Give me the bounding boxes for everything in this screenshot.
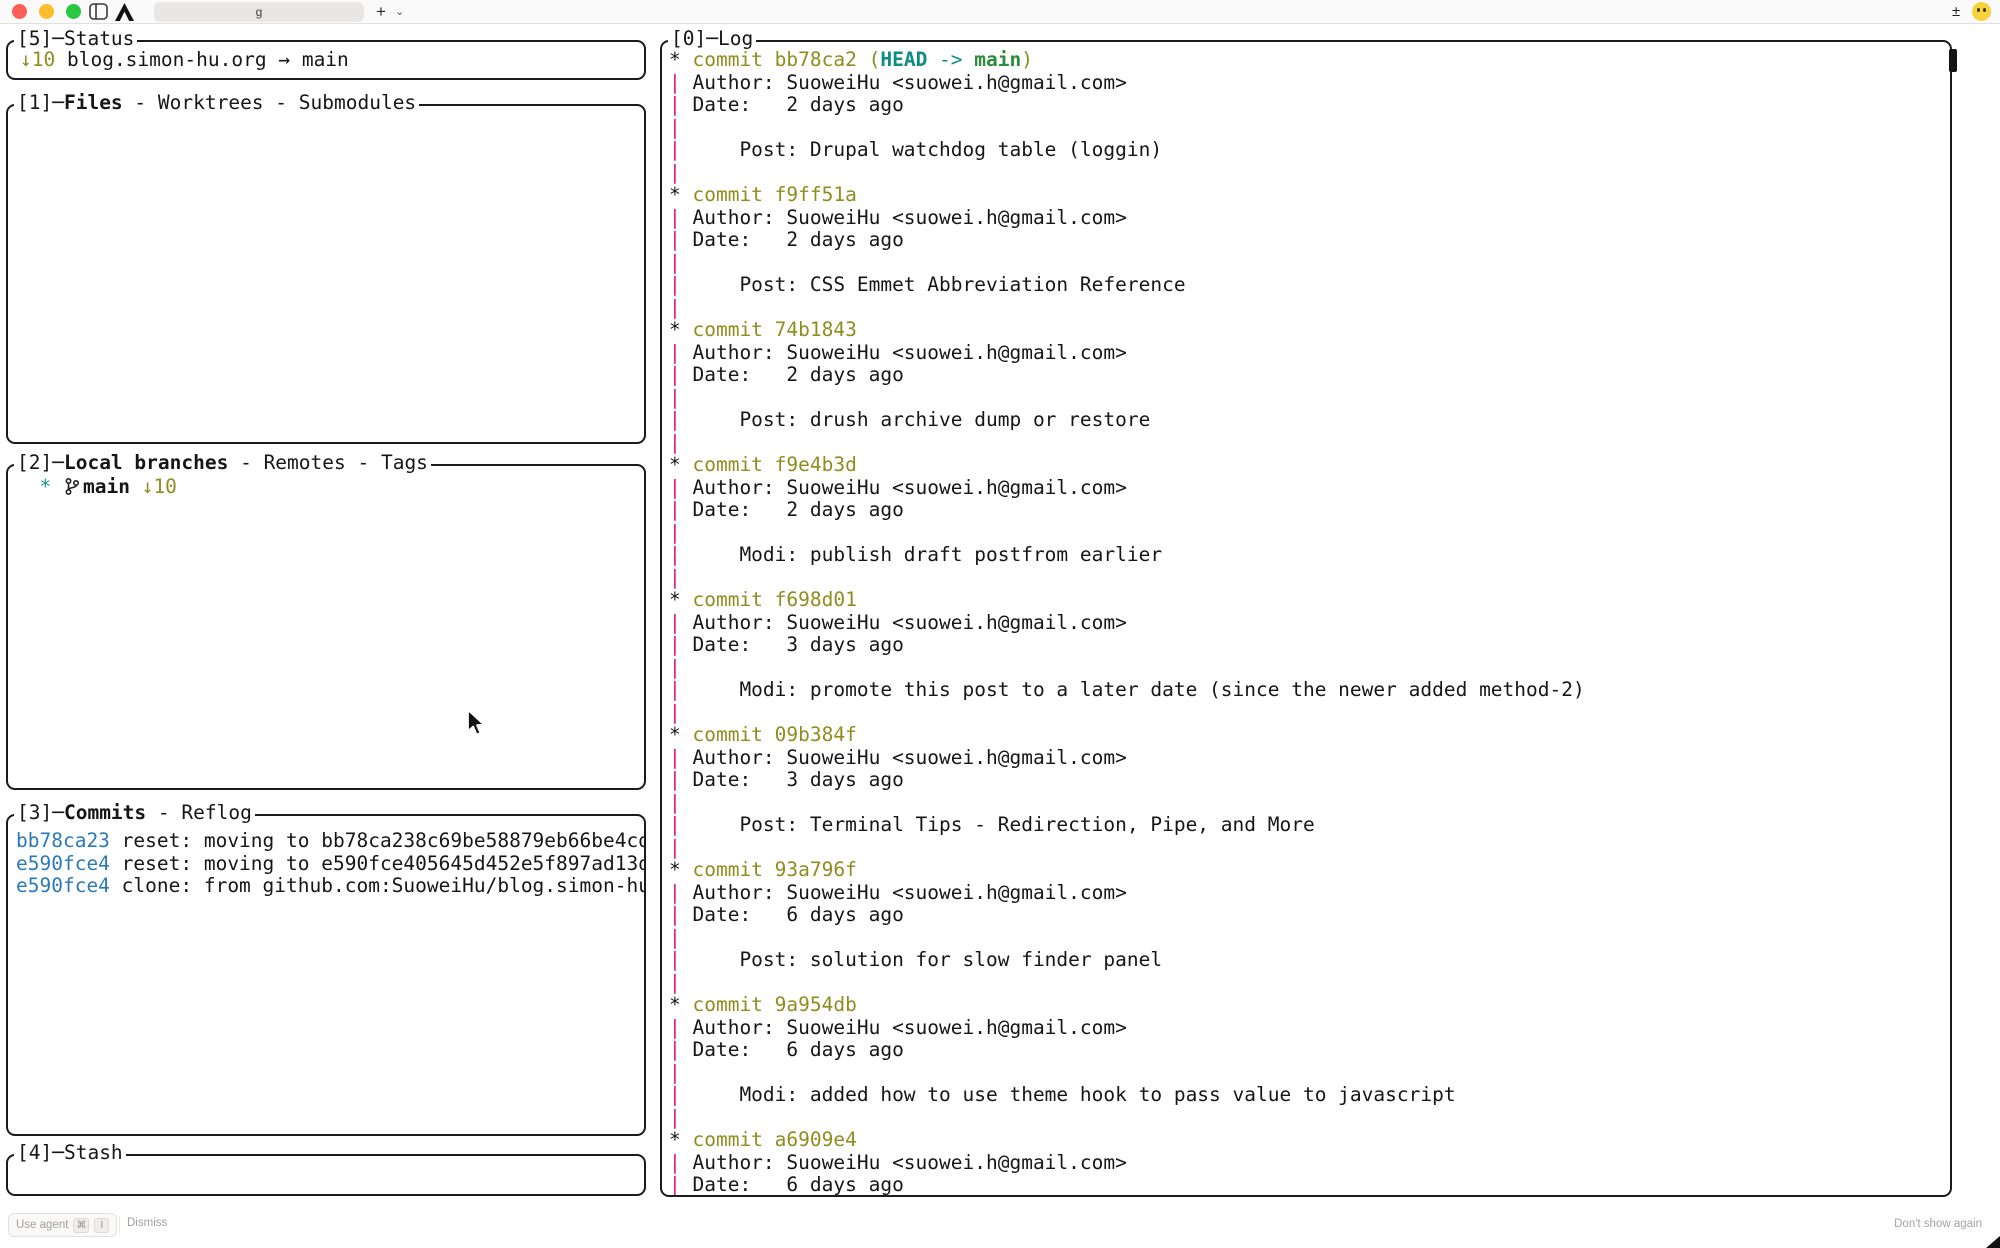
log-message-line[interactable]: | Post: drush archive dump or restore (669, 409, 1950, 432)
log-message-line[interactable]: | Post: Drupal watchdog table (loggin) (669, 139, 1950, 162)
log-graph-line[interactable]: | (669, 657, 1950, 680)
behind-count: ↓10 (20, 48, 55, 71)
log-graph-line[interactable]: | (669, 927, 1950, 950)
log-message-line[interactable]: | Post: Terminal Tips - Redirection, Pip… (669, 814, 1950, 837)
log-graph-line[interactable]: | (669, 117, 1950, 140)
log-date-line[interactable]: | Date: 3 days ago (669, 769, 1950, 792)
log-graph-line[interactable]: | (669, 162, 1950, 185)
log-graph-line[interactable]: | (669, 837, 1950, 860)
current-branch: main (302, 48, 349, 71)
log-message-line[interactable]: | Post: solution for slow finder panel (669, 949, 1950, 972)
log-author-line[interactable]: | Author: SuoweiHu <suowei.h@gmail.com> (669, 1017, 1950, 1040)
repo-name: blog.simon-hu.org (67, 48, 267, 71)
zoom-window-button[interactable] (66, 4, 81, 19)
terminal-tab-label: g (256, 5, 263, 19)
new-tab-button[interactable]: + (371, 1, 391, 23)
terminal-app-logo-icon (115, 3, 134, 21)
log-commit-line[interactable]: * commit 9a954db (669, 994, 1950, 1017)
status-line[interactable]: ↓10 blog.simon-hu.org → main (20, 49, 644, 72)
log-author-line[interactable]: | Author: SuoweiHu <suowei.h@gmail.com> (669, 882, 1950, 905)
arrow-icon: → (278, 48, 290, 71)
log-graph-line[interactable]: | (669, 1107, 1950, 1130)
dont-show-again-button[interactable]: Don't show again (1894, 1218, 1982, 1230)
log-date-line[interactable]: | Date: 2 days ago (669, 364, 1950, 387)
log-message-line[interactable]: | Modi: publish draft postfrom earlier (669, 544, 1950, 567)
split-pane-icon[interactable]: ± (1952, 1, 1960, 23)
log-scrollbar-thumb[interactable] (1949, 49, 1957, 72)
bottom-bar: Use agent ⌘ I Dismiss Don't show again (0, 1197, 2000, 1248)
log-date-line[interactable]: | Date: 6 days ago (669, 1174, 1950, 1195)
log-commit-line[interactable]: * commit 93a796f (669, 859, 1950, 882)
log-graph-line[interactable]: | (669, 432, 1950, 455)
i-key-icon: I (94, 1218, 109, 1233)
current-branch-marker: * (39, 475, 51, 498)
close-window-button[interactable] (12, 4, 27, 19)
branches-panel: * main ↓10 (6, 464, 646, 790)
log-author-line[interactable]: | Author: SuoweiHu <suowei.h@gmail.com> (669, 612, 1950, 635)
log-date-line[interactable]: | Date: 2 days ago (669, 499, 1950, 522)
log-message-line[interactable]: | Modi: added how to use theme hook to p… (669, 1084, 1950, 1107)
command-key-icon: ⌘ (73, 1218, 89, 1233)
log-date-line[interactable]: | Date: 6 days ago (669, 1039, 1950, 1062)
log-graph-line[interactable]: | (669, 702, 1950, 725)
reflog-row[interactable]: bb78ca23 reset: moving to bb78ca238c69be… (16, 830, 644, 853)
log-message-line[interactable]: | Modi: promote this post to a later dat… (669, 679, 1950, 702)
log-graph-line[interactable]: | (669, 792, 1950, 815)
commits-reflog-panel: bb78ca23 reset: moving to bb78ca238c69be… (6, 814, 646, 1136)
log-graph-line[interactable]: | (669, 252, 1950, 275)
log-author-line[interactable]: | Author: SuoweiHu <suowei.h@gmail.com> (669, 1152, 1950, 1175)
log-commit-line[interactable]: * commit bb78ca2 (HEAD -> main) (669, 49, 1950, 72)
files-panel[interactable] (6, 104, 646, 444)
log-author-line[interactable]: | Author: SuoweiHu <suowei.h@gmail.com> (669, 72, 1950, 95)
commits-panel-header[interactable]: [3]─Commits - Reflog (14, 801, 255, 824)
log-graph-line[interactable]: | (669, 1062, 1950, 1085)
sidebar-toggle-icon[interactable] (89, 3, 108, 20)
log-graph-line[interactable]: | (669, 972, 1950, 995)
minimize-window-button[interactable] (39, 4, 54, 19)
branch-icon (65, 478, 79, 495)
divider (119, 1216, 120, 1234)
log-commit-line[interactable]: * commit 09b384f (669, 724, 1950, 747)
log-date-line[interactable]: | Date: 6 days ago (669, 904, 1950, 927)
mouse-cursor (464, 708, 488, 738)
log-author-line[interactable]: | Author: SuoweiHu <suowei.h@gmail.com> (669, 207, 1950, 230)
log-graph-line[interactable]: | (669, 297, 1950, 320)
log-panel-header: [0]─Log (668, 27, 756, 50)
files-panel-header[interactable]: [1]─Files - Worktrees - Submodules (14, 91, 419, 114)
log-graph-line[interactable]: | (669, 522, 1950, 545)
branch-row[interactable]: * main ↓10 (16, 476, 644, 499)
dismiss-button[interactable]: Dismiss (127, 1217, 167, 1229)
log-commit-line[interactable]: * commit 74b1843 (669, 319, 1950, 342)
reflog-row[interactable]: e590fce4 reset: moving to e590fce405645d… (16, 853, 644, 876)
log-author-line[interactable]: | Author: SuoweiHu <suowei.h@gmail.com> (669, 477, 1950, 500)
log-date-line[interactable]: | Date: 3 days ago (669, 634, 1950, 657)
status-panel-header: [5]─Status (14, 27, 137, 50)
log-commit-line[interactable]: * commit f698d01 (669, 589, 1950, 612)
log-message-line[interactable]: | Post: CSS Emmet Abbreviation Reference (669, 274, 1950, 297)
log-commit-line[interactable]: * commit a6909e4 (669, 1129, 1950, 1152)
window-titlebar: g + ⌄ ± (0, 0, 2000, 24)
tab-list-chevron-icon[interactable]: ⌄ (395, 1, 404, 23)
branch-name: main (83, 475, 130, 498)
log-author-line[interactable]: | Author: SuoweiHu <suowei.h@gmail.com> (669, 747, 1950, 770)
log-commit-line[interactable]: * commit f9ff51a (669, 184, 1950, 207)
corner-cursor-artifact (1986, 1236, 2000, 1248)
reflog-row[interactable]: e590fce4 clone: from github.com:SuoweiHu… (16, 875, 644, 898)
log-panel: * commit bb78ca2 (HEAD -> main)| Author:… (660, 40, 1952, 1197)
account-face-icon[interactable] (1972, 2, 1991, 21)
use-agent-button[interactable]: Use agent ⌘ I (8, 1213, 117, 1237)
log-date-line[interactable]: | Date: 2 days ago (669, 229, 1950, 252)
log-commit-line[interactable]: * commit f9e4b3d (669, 454, 1950, 477)
terminal-tab[interactable]: g (154, 2, 364, 22)
stash-panel-header: [4]─Stash (14, 1141, 126, 1164)
log-date-line[interactable]: | Date: 2 days ago (669, 94, 1950, 117)
use-agent-label: Use agent (16, 1214, 68, 1236)
log-graph-line[interactable]: | (669, 387, 1950, 410)
branch-behind-count: ↓10 (142, 475, 177, 498)
branches-panel-header[interactable]: [2]─Local branches - Remotes - Tags (14, 451, 431, 474)
log-author-line[interactable]: | Author: SuoweiHu <suowei.h@gmail.com> (669, 342, 1950, 365)
log-graph-line[interactable]: | (669, 567, 1950, 590)
